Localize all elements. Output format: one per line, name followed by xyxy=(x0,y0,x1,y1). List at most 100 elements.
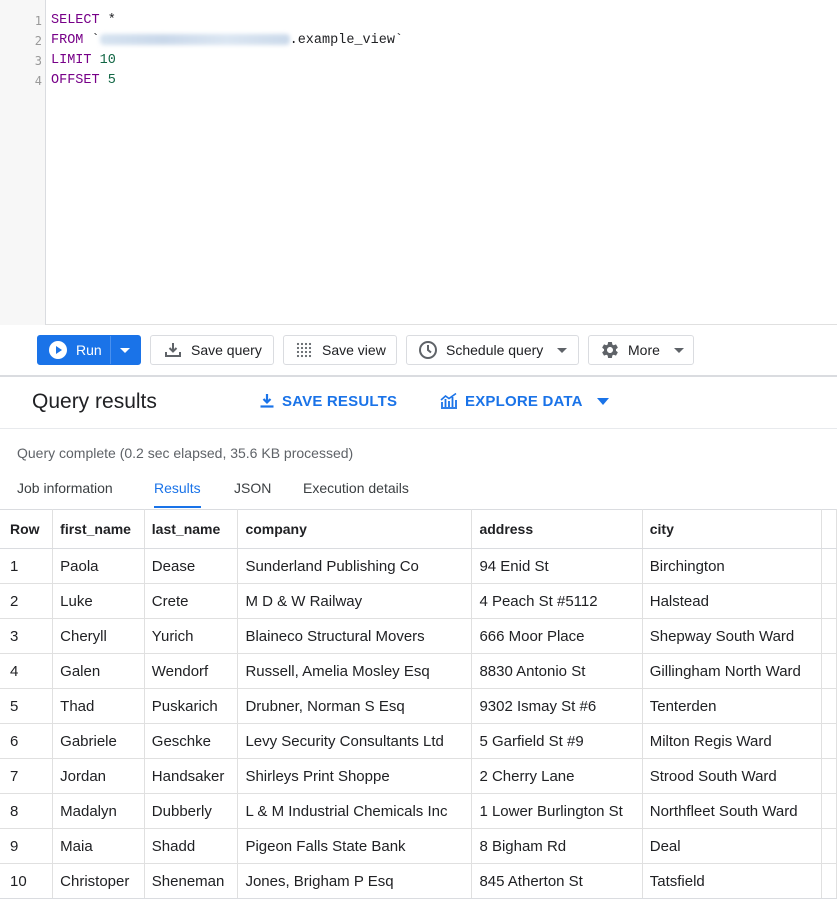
run-options-dropdown[interactable] xyxy=(111,336,140,364)
table-cell-first-name[interactable]: Paola xyxy=(53,549,145,584)
table-cell-last-name[interactable]: Geschke xyxy=(144,724,238,759)
table-cell-city[interactable]: Deal xyxy=(642,829,821,864)
explore-data-button[interactable]: EXPLORE DATA xyxy=(439,392,609,410)
table-cell-city[interactable]: Gillingham North Ward xyxy=(642,654,821,689)
table-cell-city[interactable]: Shepway South Ward xyxy=(642,619,821,654)
table-cell-address[interactable]: 2 Cherry Lane xyxy=(472,759,642,794)
table-cell-row[interactable]: 3 xyxy=(0,619,53,654)
table-cell-overflow xyxy=(821,619,836,654)
table-cell-company[interactable]: L & M Industrial Chemicals Inc xyxy=(238,794,472,829)
chart-icon xyxy=(439,392,459,410)
table-cell-address[interactable]: 1 Lower Burlington St xyxy=(472,794,642,829)
table-cell-address[interactable]: 5 Garfield St #9 xyxy=(472,724,642,759)
table-cell-address[interactable]: 9302 Ismay St #6 xyxy=(472,689,642,724)
table-cell-first-name[interactable]: Maia xyxy=(53,829,145,864)
table-cell-row[interactable]: 10 xyxy=(0,864,53,899)
table-cell-company[interactable]: Jones, Brigham P Esq xyxy=(238,864,472,899)
table-cell-address[interactable]: 94 Enid St xyxy=(472,549,642,584)
query-toolbar: Run Save query Save view Schedule query xyxy=(0,326,837,374)
table-cell-company[interactable]: Sunderland Publishing Co xyxy=(238,549,472,584)
table-cell-row[interactable]: 6 xyxy=(0,724,53,759)
code-line-1[interactable]: SELECT * xyxy=(51,13,116,28)
table-cell-row[interactable]: 7 xyxy=(0,759,53,794)
table-cell-row[interactable]: 5 xyxy=(0,689,53,724)
sql-editor[interactable]: 1 2 3 4 SELECT * FROM `.example_view` LI… xyxy=(0,0,837,325)
table-row: 1PaolaDeaseSunderland Publishing Co94 En… xyxy=(0,549,837,584)
header-separator xyxy=(0,428,837,429)
table-cell-row[interactable]: 8 xyxy=(0,794,53,829)
table-cell-city[interactable]: Northfleet South Ward xyxy=(642,794,821,829)
table-cell-last-name[interactable]: Puskarich xyxy=(144,689,238,724)
line-number: 1 xyxy=(0,14,42,28)
save-view-button[interactable]: Save view xyxy=(283,335,397,365)
table-cell-first-name[interactable]: Madalyn xyxy=(53,794,145,829)
column-header[interactable]: Row xyxy=(0,510,53,549)
table-cell-first-name[interactable]: Luke xyxy=(53,584,145,619)
table-cell-first-name[interactable]: Thad xyxy=(53,689,145,724)
table-cell-company[interactable]: Pigeon Falls State Bank xyxy=(238,829,472,864)
run-button[interactable]: Run xyxy=(38,336,111,364)
sql-keyword: FROM xyxy=(51,33,83,48)
table-cell-last-name[interactable]: Handsaker xyxy=(144,759,238,794)
table-cell-first-name[interactable]: Jordan xyxy=(53,759,145,794)
column-header[interactable]: company xyxy=(238,510,472,549)
table-row: 4GalenWendorfRussell, Amelia Mosley Esq8… xyxy=(0,654,837,689)
tab-job-information[interactable]: Job information xyxy=(17,480,113,506)
table-cell-row[interactable]: 9 xyxy=(0,829,53,864)
sql-text: .example_view` xyxy=(290,33,403,48)
table-cell-city[interactable]: Milton Regis Ward xyxy=(642,724,821,759)
table-cell-first-name[interactable]: Cheryll xyxy=(53,619,145,654)
table-cell-address[interactable]: 8 Bigham Rd xyxy=(472,829,642,864)
table-cell-last-name[interactable]: Dease xyxy=(144,549,238,584)
gear-icon xyxy=(600,340,620,360)
save-query-button[interactable]: Save query xyxy=(150,335,274,365)
table-cell-last-name[interactable]: Yurich xyxy=(144,619,238,654)
table-cell-city[interactable]: Tatsfield xyxy=(642,864,821,899)
table-cell-city[interactable]: Birchington xyxy=(642,549,821,584)
code-line-3[interactable]: LIMIT 10 xyxy=(51,53,116,68)
table-cell-row[interactable]: 4 xyxy=(0,654,53,689)
table-cell-address[interactable]: 4 Peach St #5112 xyxy=(472,584,642,619)
table-cell-address[interactable]: 8830 Antonio St xyxy=(472,654,642,689)
column-header[interactable]: last_name xyxy=(144,510,238,549)
table-cell-first-name[interactable]: Gabriele xyxy=(53,724,145,759)
save-results-button[interactable]: SAVE RESULTS xyxy=(258,392,397,410)
table-cell-address[interactable]: 845 Atherton St xyxy=(472,864,642,899)
more-button[interactable]: More xyxy=(588,335,694,365)
table-cell-company[interactable]: Blaineco Structural Movers xyxy=(238,619,472,654)
table-cell-city[interactable]: Tenterden xyxy=(642,689,821,724)
table-cell-company[interactable]: Drubner, Norman S Esq xyxy=(238,689,472,724)
table-cell-company[interactable]: M D & W Railway xyxy=(238,584,472,619)
table-cell-company[interactable]: Shirleys Print Shoppe xyxy=(238,759,472,794)
code-line-4[interactable]: OFFSET 5 xyxy=(51,73,116,88)
table-cell-last-name[interactable]: Shadd xyxy=(144,829,238,864)
sql-keyword: LIMIT xyxy=(51,53,92,68)
table-cell-first-name[interactable]: Christoper xyxy=(53,864,145,899)
table-cell-row[interactable]: 1 xyxy=(0,549,53,584)
column-header[interactable]: city xyxy=(642,510,821,549)
table-cell-last-name[interactable]: Dubberly xyxy=(144,794,238,829)
tab-json[interactable]: JSON xyxy=(234,480,271,506)
table-cell-city[interactable]: Strood South Ward xyxy=(642,759,821,794)
column-header[interactable]: first_name xyxy=(53,510,145,549)
table-cell-address[interactable]: 666 Moor Place xyxy=(472,619,642,654)
sql-text: * xyxy=(100,13,116,28)
table-cell-city[interactable]: Halstead xyxy=(642,584,821,619)
table-row: 10ChristoperShenemanJones, Brigham P Esq… xyxy=(0,864,837,899)
panel-divider[interactable] xyxy=(0,375,837,377)
tab-results[interactable]: Results xyxy=(154,480,201,508)
table-cell-company[interactable]: Levy Security Consultants Ltd xyxy=(238,724,472,759)
schedule-query-button[interactable]: Schedule query xyxy=(406,335,579,365)
table-cell-last-name[interactable]: Sheneman xyxy=(144,864,238,899)
code-line-2[interactable]: FROM `.example_view` xyxy=(51,33,403,48)
table-cell-last-name[interactable]: Crete xyxy=(144,584,238,619)
table-cell-first-name[interactable]: Galen xyxy=(53,654,145,689)
caret-down-icon xyxy=(557,348,567,353)
table-cell-company[interactable]: Russell, Amelia Mosley Esq xyxy=(238,654,472,689)
tab-execution-details[interactable]: Execution details xyxy=(303,480,409,506)
more-label: More xyxy=(628,342,660,358)
caret-down-icon xyxy=(674,348,684,353)
column-header[interactable]: address xyxy=(472,510,642,549)
table-cell-last-name[interactable]: Wendorf xyxy=(144,654,238,689)
table-cell-row[interactable]: 2 xyxy=(0,584,53,619)
